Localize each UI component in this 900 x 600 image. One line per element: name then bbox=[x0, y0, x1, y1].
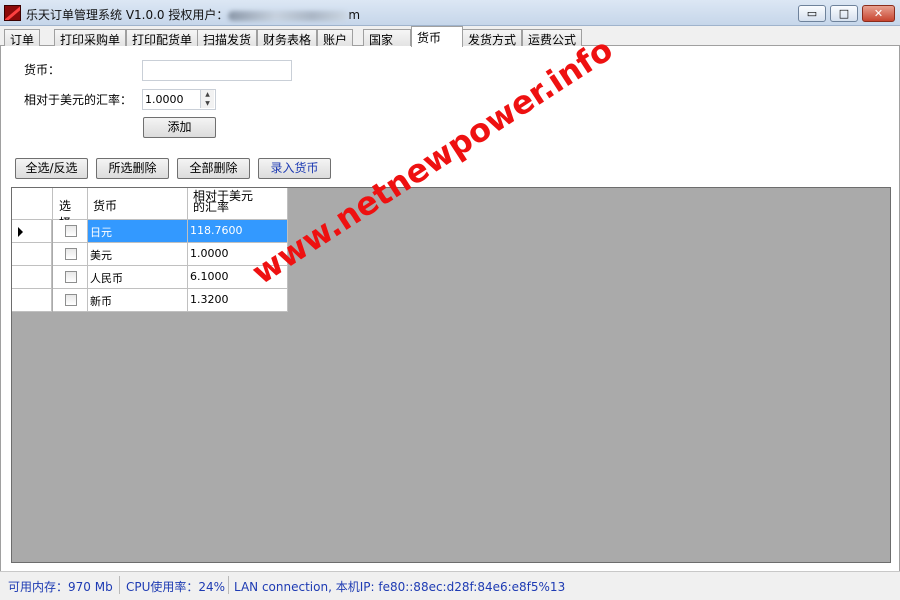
rate-label: 相对于美元的汇率： bbox=[24, 93, 133, 107]
window-title-tail: m bbox=[348, 8, 361, 22]
rate-cell[interactable]: 118.7600 bbox=[188, 220, 288, 243]
currency-cell[interactable]: 日元 bbox=[88, 220, 188, 243]
row-checkbox[interactable] bbox=[65, 248, 77, 260]
lan-status: LAN connection, 本机IP: fe80::88ec:d28f:84… bbox=[234, 580, 566, 594]
status-bar: 可用内存：970 Mb CPU使用率：24% LAN connection, 本… bbox=[0, 571, 900, 600]
row-header[interactable] bbox=[12, 243, 52, 266]
minimize-button[interactable]: ▭ bbox=[798, 5, 826, 22]
row-checkbox[interactable] bbox=[65, 225, 77, 237]
tab-strip: 订单 打印采购单 打印配货单 扫描发货 财务表格 账户 国家 货币 发货方式 运… bbox=[0, 26, 900, 47]
status-divider bbox=[119, 576, 120, 594]
table-row-checkbox-cell[interactable] bbox=[53, 220, 88, 243]
select-column-header[interactable]: 选择 bbox=[53, 188, 88, 230]
tab-finance[interactable]: 财务表格 bbox=[257, 29, 318, 47]
table-row-checkbox-cell[interactable] bbox=[53, 289, 88, 312]
title-bar: 乐天订单管理系统 V1.0.0 授权用户： m ▭ □ ✕ bbox=[0, 0, 900, 26]
table-row-checkbox-cell[interactable] bbox=[53, 243, 88, 266]
select-all-button[interactable]: 全选/反选 bbox=[15, 158, 88, 179]
rate-stepper[interactable]: ▲ ▼ bbox=[200, 90, 214, 108]
tab-countries[interactable]: 国家 bbox=[363, 29, 411, 47]
currency-grid[interactable]: 选择 货币 相对于美元 的汇率 日元 118.7600 美元 1.0000 人民… bbox=[11, 187, 891, 563]
window-title: 乐天订单管理系统 V1.0.0 授权用户： m bbox=[26, 6, 360, 23]
close-icon: ✕ bbox=[873, 7, 884, 20]
tab-print-picking[interactable]: 打印配货单 bbox=[126, 29, 199, 47]
status-divider bbox=[228, 576, 229, 594]
enter-currency-button[interactable]: 录入货币 bbox=[258, 158, 331, 179]
maximize-icon: □ bbox=[838, 7, 850, 20]
memory-status: 可用内存：970 Mb bbox=[8, 580, 113, 594]
tab-freight-formula[interactable]: 运费公式 bbox=[522, 29, 583, 47]
current-row-arrow-icon bbox=[18, 227, 23, 237]
stepper-down-icon[interactable]: ▼ bbox=[201, 99, 214, 108]
currency-column-header[interactable]: 货币 bbox=[88, 188, 188, 220]
row-checkbox[interactable] bbox=[65, 271, 77, 283]
tab-shipping-method[interactable]: 发货方式 bbox=[462, 29, 523, 47]
maximize-button[interactable]: □ bbox=[830, 5, 858, 22]
delete-selected-button[interactable]: 所选删除 bbox=[96, 158, 169, 179]
row-checkbox[interactable] bbox=[65, 294, 77, 306]
currency-panel: 货币： 相对于美元的汇率： 1.0000 ▲ ▼ 添加 全选/反选 所选删除 全… bbox=[0, 46, 900, 571]
close-button[interactable]: ✕ bbox=[862, 5, 895, 22]
rate-column-header[interactable]: 相对于美元 的汇率 bbox=[188, 188, 288, 220]
currency-cell[interactable]: 人民币 bbox=[88, 266, 188, 289]
cpu-status: CPU使用率：24% bbox=[126, 580, 226, 594]
redacted-user-name bbox=[228, 10, 349, 21]
tab-print-purchase[interactable]: 打印采购单 bbox=[54, 29, 127, 47]
delete-all-button[interactable]: 全部删除 bbox=[177, 158, 250, 179]
tab-scan-ship[interactable]: 扫描发货 bbox=[197, 29, 258, 47]
rate-cell[interactable]: 1.3200 bbox=[188, 289, 288, 312]
tab-currency[interactable]: 货币 bbox=[411, 26, 463, 47]
stepper-up-icon[interactable]: ▲ bbox=[201, 90, 214, 99]
row-header[interactable] bbox=[12, 220, 52, 243]
app-logo-icon bbox=[4, 5, 21, 21]
tab-accounts[interactable]: 账户 bbox=[317, 29, 354, 47]
row-header[interactable] bbox=[12, 289, 52, 312]
grid-corner-header bbox=[12, 188, 53, 220]
window-title-text: 乐天订单管理系统 V1.0.0 授权用户： bbox=[26, 8, 229, 22]
currency-cell[interactable]: 新币 bbox=[88, 289, 188, 312]
currency-cell[interactable]: 美元 bbox=[88, 243, 188, 266]
table-row-checkbox-cell[interactable] bbox=[53, 266, 88, 289]
add-button[interactable]: 添加 bbox=[143, 117, 216, 138]
currency-label: 货币： bbox=[24, 63, 61, 77]
rate-header-line2: 的汇率 bbox=[193, 200, 230, 214]
tab-orders[interactable]: 订单 bbox=[4, 29, 41, 47]
minimize-icon: ▭ bbox=[806, 7, 818, 20]
currency-input[interactable] bbox=[142, 60, 292, 81]
row-header[interactable] bbox=[12, 266, 52, 289]
